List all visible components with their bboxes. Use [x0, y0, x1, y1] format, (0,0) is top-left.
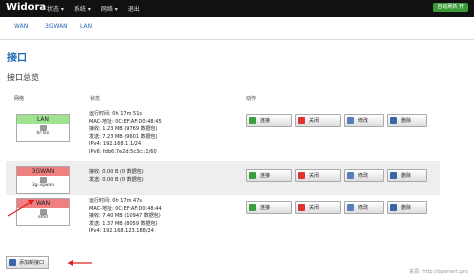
watermark-text: 来源: http://openwrt.pro	[409, 269, 468, 275]
arrow-head-add	[68, 260, 73, 266]
annotation-arrows	[7, 199, 92, 266]
